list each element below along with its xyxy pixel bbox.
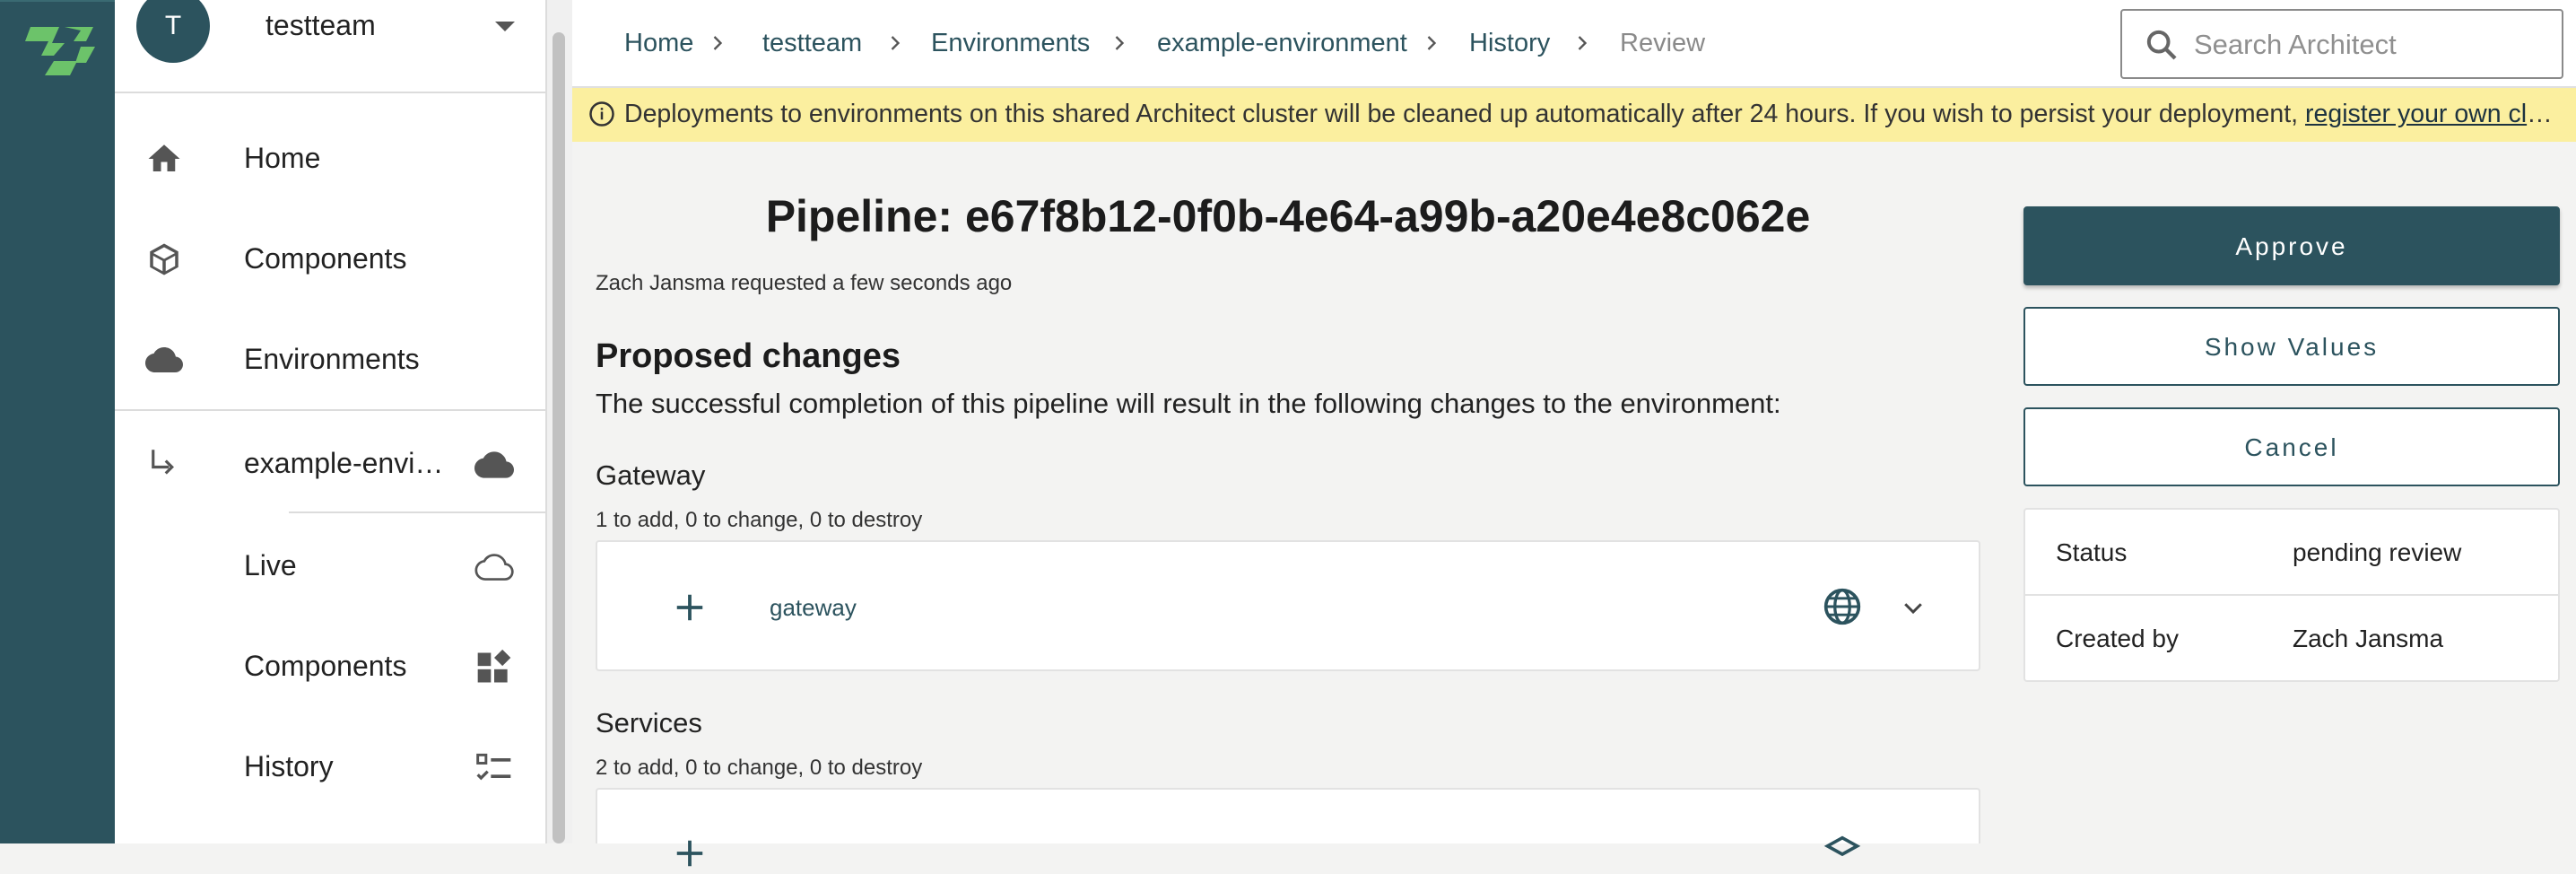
services-change-summary: 2 to add, 0 to change, 0 to destroy: [596, 756, 923, 780]
team-name[interactable]: testteam: [265, 9, 376, 42]
info-icon: [589, 101, 614, 127]
proposed-changes-description: The successful completion of this pipeli…: [596, 388, 1781, 419]
sidebar-item-environment[interactable]: example-envi…: [115, 415, 547, 511]
proposed-changes-heading: Proposed changes: [596, 337, 901, 375]
status-label: Status: [2056, 538, 2128, 566]
cloud-outline-icon: [474, 554, 514, 581]
created-by-row: Created by Zach Jansma: [2025, 596, 2558, 682]
sidebar-scrollbar[interactable]: [547, 0, 572, 843]
chevron-right-icon: [891, 36, 901, 50]
sidebar-item-live[interactable]: Live: [115, 517, 547, 614]
cube-icon: [150, 243, 178, 275]
plus-icon: [676, 840, 703, 867]
subdirectory-arrow-icon: [152, 450, 174, 475]
divider: [289, 511, 547, 513]
pipeline-details: Status pending review Created by Zach Ja…: [2023, 508, 2560, 682]
info-banner: Deployments to environments on this shar…: [572, 88, 2576, 142]
sidebar-item-label: History: [244, 750, 334, 782]
services-resource-card[interactable]: [596, 788, 1980, 867]
sidebar-item-home[interactable]: Home: [115, 109, 547, 206]
sidebar-item-components[interactable]: Components: [115, 210, 547, 307]
home-icon: [148, 144, 180, 171]
sidebar-item-history[interactable]: History: [115, 718, 547, 815]
gateway-section-title: Gateway: [596, 459, 706, 491]
scrollbar-thumb[interactable]: [553, 32, 565, 843]
sidebar-item-env-components[interactable]: Components: [115, 617, 547, 714]
breadcrumb-history[interactable]: History: [1469, 29, 1550, 58]
banner-text: Deployments to environments on this shar…: [624, 100, 2565, 129]
checklist-icon: [476, 753, 511, 781]
breadcrumb-team[interactable]: testteam: [762, 29, 862, 58]
created-by-label: Created by: [2056, 625, 2179, 652]
sidebar-item-label: Components: [244, 242, 407, 275]
team-selector[interactable]: T testteam: [115, 0, 547, 93]
sidebar-item-label: Live: [244, 549, 297, 581]
services-section-title: Services: [596, 707, 702, 739]
breadcrumb-environments[interactable]: Environments: [931, 29, 1090, 58]
globe-icon: [1823, 588, 1861, 625]
sidebar-item-environments[interactable]: Environments: [115, 310, 547, 407]
chevron-down-icon[interactable]: [495, 22, 515, 31]
expand-chevron-icon[interactable]: [1900, 594, 1927, 621]
cloud-icon: [145, 347, 183, 372]
sidebar: T testteam Home Components Environments …: [115, 0, 547, 843]
search-icon: [2146, 30, 2177, 60]
service-icon: [1823, 835, 1861, 857]
breadcrumb-review: Review: [1620, 29, 1706, 57]
app-rail: [0, 0, 115, 843]
sidebar-item-label: Environments: [244, 343, 420, 375]
register-cluster-link[interactable]: register your own cluster: [2305, 100, 2565, 128]
chevron-right-icon: [1115, 36, 1125, 50]
approve-button[interactable]: Approve: [2023, 206, 2560, 285]
breadcrumb-home[interactable]: Home: [624, 29, 693, 58]
search-input[interactable]: [2192, 25, 2542, 65]
show-values-button[interactable]: Show Values: [2023, 307, 2560, 386]
sidebar-item-label: Components: [244, 650, 407, 682]
divider: [115, 409, 547, 411]
status-row: Status pending review: [2025, 510, 2558, 596]
created-by-value: Zach Jansma: [2293, 625, 2444, 652]
architect-logo[interactable]: [18, 22, 100, 81]
resource-name: gateway: [770, 594, 857, 621]
top-bar: Home testteam Environments example-envir…: [572, 0, 2576, 88]
gateway-resource-card[interactable]: gateway: [596, 540, 1980, 671]
cancel-button[interactable]: Cancel: [2023, 407, 2560, 486]
plus-icon: [676, 594, 703, 621]
chevron-right-icon: [1578, 36, 1588, 50]
chevron-right-icon: [713, 36, 723, 50]
page-title: Pipeline: e67f8b12-0f0b-4e64-a99b-a20e4e…: [765, 191, 1811, 241]
gateway-change-summary: 1 to add, 0 to change, 0 to destroy: [596, 508, 923, 532]
environment-name: example-envi…: [244, 447, 444, 479]
search-box[interactable]: [2120, 9, 2563, 79]
sidebar-item-label: Home: [244, 142, 321, 174]
widgets-icon: [477, 649, 511, 683]
cloud-filled-icon: [474, 451, 514, 478]
requested-by-text: Zach Jansma requested a few seconds ago: [596, 271, 1013, 295]
breadcrumb-environment[interactable]: example-environment: [1157, 29, 1407, 58]
avatar[interactable]: T: [136, 0, 210, 63]
banner-message: Deployments to environments on this shar…: [624, 100, 2306, 128]
chevron-right-icon: [1427, 36, 1437, 50]
status-badge: pending review: [2293, 538, 2462, 566]
